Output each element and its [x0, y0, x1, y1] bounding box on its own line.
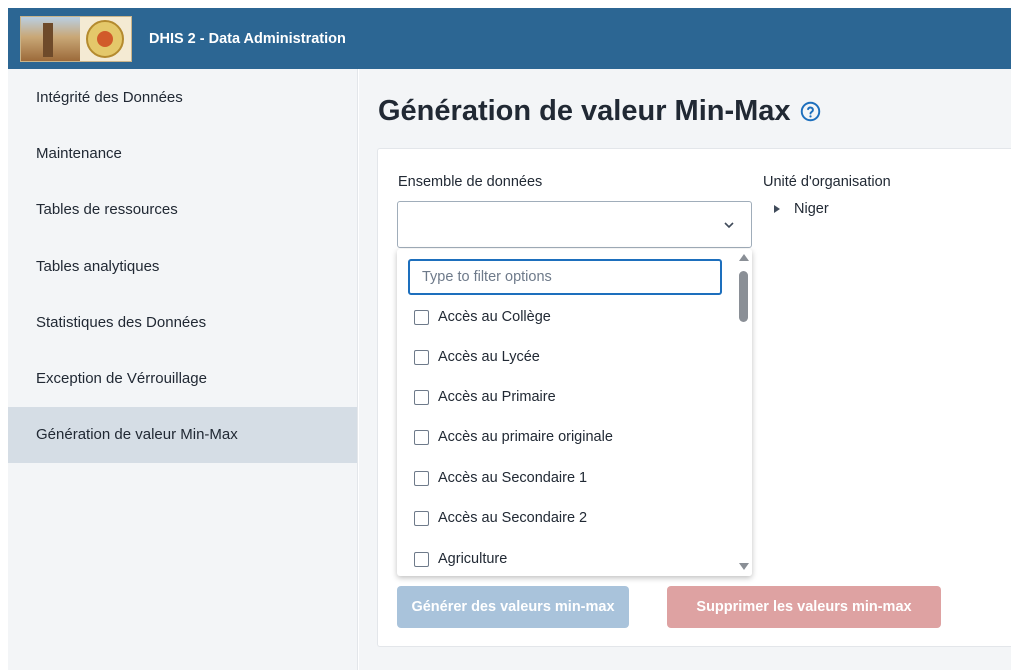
org-unit-label: Unité d'organisation [763, 174, 891, 190]
logo-photo [21, 16, 80, 61]
dataset-option[interactable]: Accès au Primaire [414, 386, 556, 408]
dataset-option-label: Accès au Secondaire 1 [438, 470, 588, 486]
dataset-option[interactable]: Accès au Collège [414, 306, 551, 328]
page-title: Génération de valeur Min-Max [378, 95, 821, 128]
scroll-down-arrow-icon[interactable] [739, 563, 749, 570]
sidebar-item-label: Intégrité des Données [36, 88, 183, 106]
filter-options-input[interactable] [408, 259, 722, 295]
org-unit-tree: Niger [774, 201, 829, 217]
form-card: Ensemble de données Unité d'organisation… [377, 148, 1011, 647]
scrollbar-thumb[interactable] [739, 271, 748, 322]
sidebar-item-label: Exception de Vérrouillage [36, 370, 207, 388]
sidebar: Intégrité des Données Maintenance Tables… [8, 69, 358, 670]
dataset-option-label: Accès au Primaire [438, 389, 556, 405]
dataset-option[interactable]: Accès au Secondaire 1 [414, 467, 587, 489]
dataset-option-label: Accès au Collège [438, 309, 551, 325]
app-title: DHIS 2 - Data Administration [149, 30, 346, 47]
scroll-up-arrow-icon[interactable] [739, 254, 749, 261]
sidebar-item-label: Tables de ressources [36, 201, 178, 219]
expand-caret-icon[interactable] [774, 205, 780, 213]
sidebar-item-tables-analytiques[interactable]: Tables analytiques [8, 238, 357, 294]
sidebar-item-statistiques[interactable]: Statistiques des Données [8, 294, 357, 350]
dataset-option-label: Accès au Lycée [438, 349, 540, 365]
help-circle-icon[interactable] [800, 101, 821, 122]
sidebar-item-label: Statistiques des Données [36, 313, 207, 331]
checkbox[interactable] [414, 551, 429, 567]
sidebar-item-integrite[interactable]: Intégrité des Données [8, 69, 357, 125]
checkbox[interactable] [414, 389, 429, 405]
header-bar: DHIS 2 - Data Administration [8, 8, 1011, 69]
dataset-option-label: Accès au Secondaire 2 [438, 510, 588, 526]
chevron-down-icon [724, 222, 734, 229]
org-unit-root[interactable]: Niger [794, 201, 829, 217]
sidebar-item-exception-verrouillage[interactable]: Exception de Vérrouillage [8, 350, 357, 406]
checkbox[interactable] [414, 349, 429, 365]
generate-min-max-button[interactable]: Générer des valeurs min-max [397, 586, 629, 628]
logo-seal [79, 16, 131, 61]
delete-min-max-button[interactable]: Supprimer les valeurs min-max [667, 586, 941, 628]
dataset-option-label: Agriculture [438, 551, 508, 567]
dropdown-scrollbar[interactable] [735, 249, 752, 576]
main-content: Génération de valeur Min-Max Ensemble de… [359, 69, 1011, 670]
dataset-option[interactable]: Accès au primaire originale [414, 426, 613, 448]
page-title-text: Génération de valeur Min-Max [378, 95, 791, 127]
checkbox[interactable] [414, 470, 429, 486]
dataset-dropdown: Accès au Collège Accès au Lycée Accès au… [397, 249, 752, 576]
dataset-select[interactable] [397, 201, 752, 248]
dataset-option[interactable]: Accès au Secondaire 2 [414, 507, 587, 529]
niger-emblem-logo[interactable] [20, 15, 132, 62]
checkbox[interactable] [414, 429, 429, 445]
sidebar-item-tables-ressources[interactable]: Tables de ressources [8, 182, 357, 238]
checkbox[interactable] [414, 309, 429, 325]
dataset-option[interactable]: Agriculture [414, 548, 507, 570]
dataset-option-label: Accès au primaire originale [438, 429, 613, 445]
sidebar-item-label: Maintenance [36, 144, 122, 162]
checkbox[interactable] [414, 510, 429, 526]
sidebar-item-label: Génération de valeur Min-Max [36, 426, 238, 444]
dataset-option[interactable]: Accès au Lycée [414, 346, 540, 368]
sidebar-item-maintenance[interactable]: Maintenance [8, 125, 357, 181]
sidebar-item-label: Tables analytiques [36, 257, 160, 275]
sidebar-item-min-max[interactable]: Génération de valeur Min-Max [8, 406, 357, 464]
dataset-label: Ensemble de données [398, 174, 543, 190]
